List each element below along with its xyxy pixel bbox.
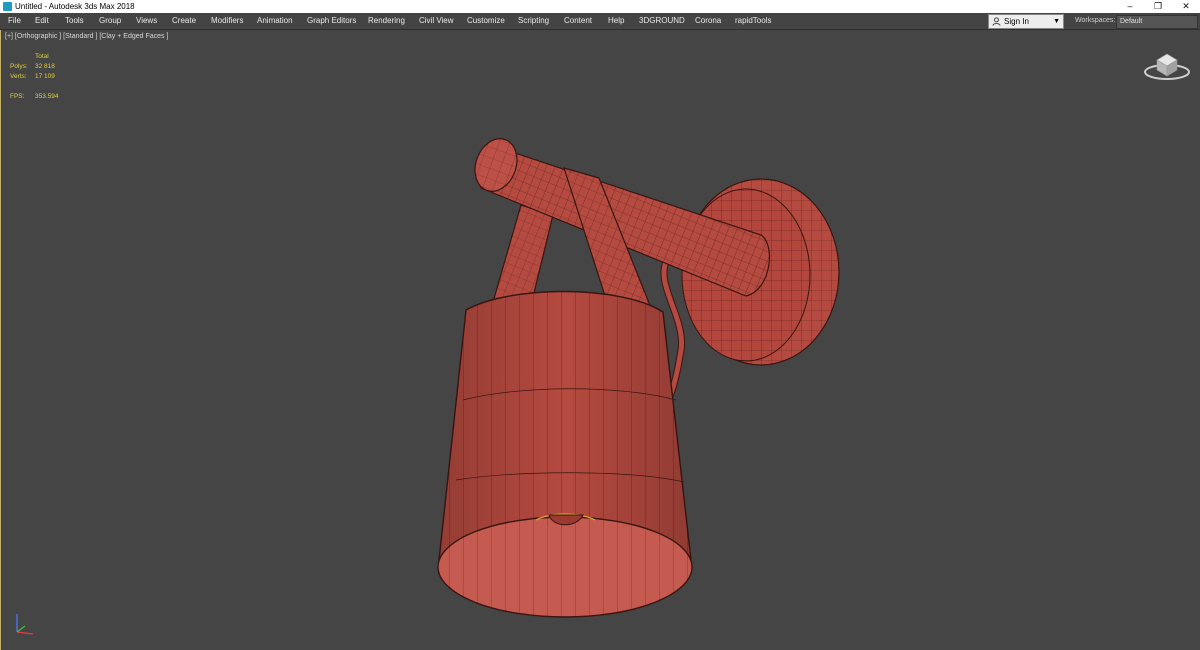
menu-animation[interactable]: Animation — [257, 13, 293, 29]
minimize-button[interactable]: – — [1116, 0, 1144, 13]
menu-rapidtools[interactable]: rapidTools — [735, 13, 771, 29]
menu-file[interactable]: File — [8, 13, 21, 29]
chevron-down-icon: ▼ — [1053, 18, 1060, 25]
menu-modifiers[interactable]: Modifiers — [211, 13, 243, 29]
left-arm[interactable] — [492, 204, 554, 306]
workspaces-label: Workspaces: — [1075, 17, 1116, 24]
menu-3dground[interactable]: 3DGROUND — [639, 13, 685, 29]
menu-edit[interactable]: Edit — [35, 13, 49, 29]
menu-group[interactable]: Group — [99, 13, 121, 29]
menu-content[interactable]: Content — [564, 13, 592, 29]
menu-graph-editors[interactable]: Graph Editors — [307, 13, 356, 29]
menu-customize[interactable]: Customize — [467, 13, 505, 29]
menu-civil-view[interactable]: Civil View — [419, 13, 454, 29]
maximize-button[interactable]: ❐ — [1144, 0, 1172, 13]
workspace-value: Default — [1120, 18, 1143, 25]
menu-views[interactable]: Views — [136, 13, 157, 29]
perspective-viewport[interactable]: [+] [Orthographic ] [Standard ] [Clay + … — [0, 30, 1200, 650]
user-icon — [992, 17, 1001, 26]
lamp-shade[interactable] — [437, 290, 693, 618]
window-title: Untitled - Autodesk 3ds Max 2018 — [15, 2, 135, 11]
sign-in-label: Sign In — [1004, 17, 1029, 26]
menu-help[interactable]: Help — [608, 13, 624, 29]
title-bar: Untitled - Autodesk 3ds Max 2018 – ❐ ✕ — [0, 0, 1200, 13]
sign-in-dropdown[interactable]: Sign In ▼ — [988, 14, 1064, 29]
model-render[interactable] — [1, 30, 1200, 650]
close-button[interactable]: ✕ — [1172, 0, 1200, 13]
workspace-select[interactable]: Default — [1116, 15, 1198, 29]
menu-scripting[interactable]: Scripting — [518, 13, 549, 29]
menu-tools[interactable]: Tools — [65, 13, 84, 29]
axis-tripod-icon — [16, 614, 34, 635]
menu-create[interactable]: Create — [172, 13, 196, 29]
menu-corona[interactable]: Corona — [695, 13, 721, 29]
menu-rendering[interactable]: Rendering — [368, 13, 405, 29]
app-icon — [3, 2, 12, 11]
